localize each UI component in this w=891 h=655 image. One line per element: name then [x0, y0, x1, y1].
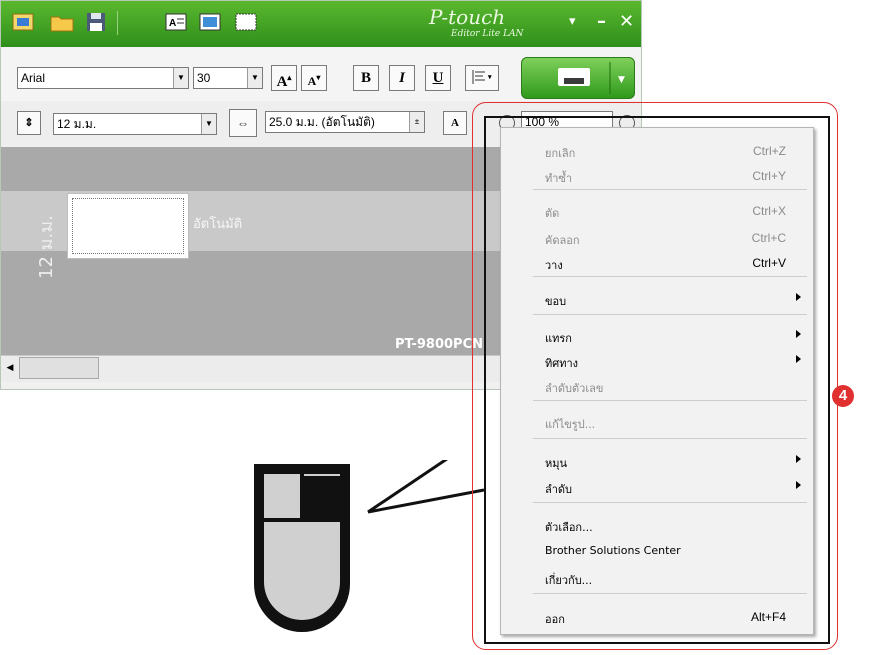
frame-icon[interactable] — [233, 9, 259, 35]
menu-item-label: ลำดับ — [545, 483, 573, 496]
label-length-icon: ⇔ — [229, 109, 257, 137]
scroll-left-icon[interactable]: ◀ — [3, 358, 17, 378]
menu-separator — [533, 593, 807, 594]
menu-item-label: ทิศทาง — [545, 357, 579, 370]
menu-item-shortcut: Ctrl+Y — [752, 169, 786, 183]
menu-item-label: ตัด — [545, 207, 560, 220]
context-menu[interactable]: ยกเลิก Ctrl+Z ทำซ้ำ Ctrl+Y ตัด Ctrl+X คัดลอก Ct… — [500, 127, 814, 635]
tape-width-select[interactable]: 12 ม.ม. ▼ — [53, 113, 217, 135]
menu-item-shortcut: Ctrl+X — [752, 204, 786, 218]
open-folder-icon[interactable] — [49, 9, 75, 35]
context-menu-item[interactable]: เกี่ยวกับ... — [501, 567, 813, 589]
mouse-right-click-icon — [254, 460, 485, 632]
title-bar: A P-touch Editor Lite LAN ▾ – ✕ — [1, 1, 641, 47]
menu-item-label: ลำดับตัวเลข — [545, 382, 604, 395]
menu-item-shortcut: Ctrl+V — [752, 256, 786, 270]
menu-separator — [533, 502, 807, 503]
auto-length-label: อัตโนมัติ — [193, 217, 243, 232]
context-menu-item: ลำดับตัวเลข — [501, 375, 813, 397]
window-menu-button[interactable]: ▾ — [569, 14, 576, 29]
svg-text:▼: ▼ — [618, 75, 625, 85]
font-size-value: 30 — [197, 71, 211, 85]
context-menu-item[interactable]: ตัวเลือก... — [501, 514, 813, 536]
context-menu-item[interactable]: ออก Alt+F4 — [501, 606, 813, 628]
app-logo: P-touch Editor Lite LAN — [429, 5, 523, 39]
menu-item-shortcut: Ctrl+Z — [753, 144, 786, 158]
context-menu-item[interactable]: ลำดับ — [501, 476, 813, 498]
context-menu-item: คัดลอก Ctrl+C — [501, 227, 813, 249]
scrollbar-thumb[interactable] — [19, 357, 99, 379]
svg-text:▾: ▾ — [487, 73, 492, 81]
font-name-select[interactable]: Arial ▼ — [17, 67, 189, 89]
menu-item-label: วาง — [545, 259, 563, 272]
vertical-text-icon[interactable]: A — [443, 111, 467, 135]
length-stepper[interactable]: ± — [409, 112, 424, 132]
bold-button[interactable]: B — [353, 65, 379, 91]
menu-item-label: แทรก — [545, 332, 572, 345]
menu-separator — [533, 400, 807, 401]
menu-item-shortcut: Ctrl+C — [751, 231, 786, 245]
submenu-arrow-icon — [796, 293, 801, 301]
save-disk-icon[interactable] — [83, 9, 109, 35]
chevron-down-icon[interactable]: ▼ — [247, 68, 262, 88]
context-menu-item[interactable]: วาง Ctrl+V — [501, 252, 813, 274]
context-menu-item: ตัด Ctrl+X — [501, 200, 813, 222]
svg-text:A: A — [169, 18, 176, 29]
chevron-down-icon[interactable]: ▼ — [201, 114, 216, 134]
printer-model-label: PT-9800PCN — [395, 337, 484, 352]
menu-item-label: เกี่ยวกับ... — [545, 574, 593, 587]
label-object[interactable] — [67, 193, 189, 259]
context-menu-item[interactable]: แทรก — [501, 325, 813, 347]
tape-width-value: 12 ม.ม. — [57, 117, 97, 131]
context-menu-item: แก้ไขรูป... — [501, 411, 813, 433]
callout-number-badge: 4 — [832, 385, 854, 407]
tape-width-vertical-label: 12 ม.ม. — [36, 215, 57, 279]
submenu-arrow-icon — [796, 330, 801, 338]
menu-item-label: ยกเลิก — [545, 147, 576, 160]
menu-separator — [533, 314, 807, 315]
menu-item-label: คัดลอก — [545, 234, 580, 247]
menu-separator — [533, 276, 807, 277]
new-label-icon[interactable] — [11, 9, 37, 35]
menu-item-shortcut: Alt+F4 — [750, 610, 786, 624]
menu-item-label: หมุน — [545, 457, 568, 470]
close-button[interactable]: ✕ — [619, 11, 634, 32]
print-button[interactable]: ▼ — [521, 57, 635, 99]
context-menu-item[interactable]: ทิศทาง — [501, 350, 813, 372]
logo-subtitle: Editor Lite LAN — [451, 29, 524, 39]
context-menu-item[interactable]: หมุน — [501, 450, 813, 472]
context-menu-item: ทำซ้ำ Ctrl+Y — [501, 165, 813, 187]
image-frame-icon[interactable] — [197, 9, 223, 35]
font-size-select[interactable]: 30 ▼ — [193, 67, 263, 89]
chevron-down-icon[interactable]: ▼ — [173, 68, 188, 88]
menu-separator — [533, 189, 807, 190]
context-menu-item: ยกเลิก Ctrl+Z — [501, 140, 813, 162]
logo-main: P-touch — [429, 5, 506, 29]
menu-item-label: แก้ไขรูป... — [545, 418, 596, 431]
menu-item-label: ตัวเลือก... — [545, 521, 593, 534]
menu-separator — [533, 438, 807, 439]
align-icon[interactable]: ▾ — [465, 65, 499, 91]
context-menu-item[interactable]: Brother Solutions Center — [501, 540, 813, 562]
text-box-icon[interactable]: A — [163, 9, 189, 35]
menu-item-label: Brother Solutions Center — [545, 544, 681, 557]
underline-button[interactable]: U — [425, 65, 451, 91]
label-length-input[interactable]: 25.0 ม.ม. (อัตโนมัติ) ± — [265, 111, 425, 133]
italic-button[interactable]: I — [389, 65, 415, 91]
menu-item-label: ออก — [545, 613, 565, 626]
menu-item-label: ทำซ้ำ — [545, 172, 573, 185]
context-menu-item[interactable]: ขอบ — [501, 288, 813, 310]
minimize-button[interactable]: – — [597, 11, 606, 32]
tape-width-icon: ⇕ — [17, 111, 41, 135]
print-icon: ▼ — [558, 62, 625, 94]
toolbar-divider — [117, 11, 118, 35]
label-length-value: 25.0 ม.ม. (อัตโนมัติ) — [269, 115, 375, 129]
font-size-up-icon[interactable]: A▴ — [271, 65, 297, 91]
menu-item-label: ขอบ — [545, 295, 567, 308]
font-name-value: Arial — [21, 71, 46, 85]
submenu-arrow-icon — [796, 481, 801, 489]
font-size-down-icon[interactable]: A▾ — [301, 65, 327, 91]
submenu-arrow-icon — [796, 355, 801, 363]
submenu-arrow-icon — [796, 455, 801, 463]
